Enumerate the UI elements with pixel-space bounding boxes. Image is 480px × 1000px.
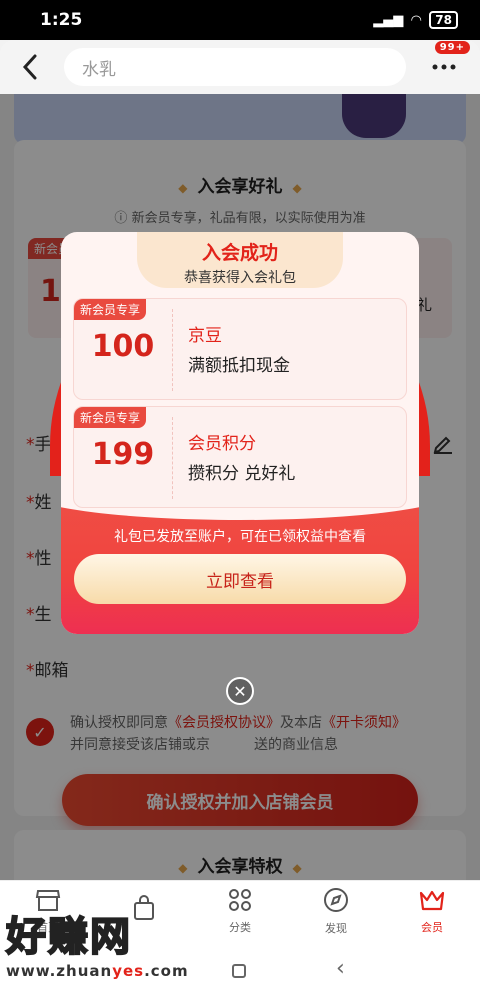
search-input[interactable]: 水乳 bbox=[64, 48, 406, 86]
wifi-icon: ◠ bbox=[411, 12, 422, 28]
watermark-brand: 好赚网 bbox=[5, 913, 132, 961]
join-success-popup: 入会成功 恭喜获得入会礼包 新会员专享 100 京豆 满额抵扣现金 新会员专享 … bbox=[61, 232, 419, 634]
watermark-url-part2: .com bbox=[144, 962, 189, 980]
coupon-name: 会员积分 bbox=[188, 434, 256, 454]
home-square-icon[interactable] bbox=[232, 964, 246, 978]
coupon-tag: 新会员专享 bbox=[74, 299, 147, 320]
compass-icon bbox=[323, 887, 349, 920]
tab-label: 分类 bbox=[229, 921, 251, 934]
tab-category[interactable]: 分类 bbox=[192, 881, 288, 942]
coupon-name: 京豆 bbox=[188, 326, 222, 346]
coupon-divider bbox=[172, 309, 173, 391]
watermark-url-highlight: yes bbox=[112, 962, 145, 980]
close-icon[interactable]: ✕ bbox=[226, 677, 254, 705]
view-now-button[interactable]: 立即查看 bbox=[74, 554, 406, 604]
tab-label: 发现 bbox=[325, 922, 347, 935]
more-dots-icon[interactable]: 99+ bbox=[424, 41, 470, 83]
chevron-left-icon[interactable] bbox=[14, 51, 46, 83]
tab-label: 会员 bbox=[421, 921, 443, 934]
watermark-url: www.zhuanyes.com bbox=[6, 962, 189, 980]
message-badge: 99+ bbox=[434, 41, 470, 54]
popup-header: 入会成功 恭喜获得入会礼包 bbox=[137, 232, 343, 288]
coupon-tag: 新会员专享 bbox=[74, 407, 147, 428]
popup-subtitle: 恭喜获得入会礼包 bbox=[184, 270, 296, 286]
popup-note: 礼包已发放至账户，可在已领权益中查看 bbox=[114, 529, 366, 545]
coupon-desc: 攒积分 兑好礼 bbox=[188, 464, 296, 484]
coupon-desc: 满额抵扣现金 bbox=[188, 356, 290, 376]
coupon-value: 100 bbox=[91, 329, 155, 364]
top-header: 水乳 99+ bbox=[0, 40, 480, 94]
status-bar: 1:25 ▂▄▆ ◠ 78 bbox=[0, 0, 480, 40]
coupon-divider bbox=[172, 417, 173, 499]
crown-icon bbox=[418, 888, 446, 919]
popup-title: 入会成功 bbox=[201, 242, 278, 264]
coupon-points: 新会员专享 199 会员积分 攒积分 兑好礼 bbox=[73, 406, 407, 508]
tab-member[interactable]: 会员 bbox=[384, 881, 480, 942]
coupon-jingdou: 新会员专享 100 京豆 满额抵扣现金 bbox=[73, 298, 407, 400]
battery-icon: 78 bbox=[429, 11, 458, 29]
category-icon bbox=[228, 888, 252, 919]
nav-back-icon[interactable]: ‹ bbox=[336, 956, 345, 981]
watermark: 好赚网 www.zhuanyes.com bbox=[5, 913, 189, 980]
tab-discover[interactable]: 发现 bbox=[288, 881, 384, 942]
watermark-url-part1: www.zhuan bbox=[6, 962, 113, 980]
search-text: 水乳 bbox=[82, 59, 116, 80]
status-icons: ▂▄▆ ◠ 78 bbox=[373, 11, 458, 29]
coupon-value: 199 bbox=[91, 437, 155, 472]
signal-icon: ▂▄▆ bbox=[373, 12, 404, 28]
status-time: 1:25 bbox=[40, 10, 83, 30]
